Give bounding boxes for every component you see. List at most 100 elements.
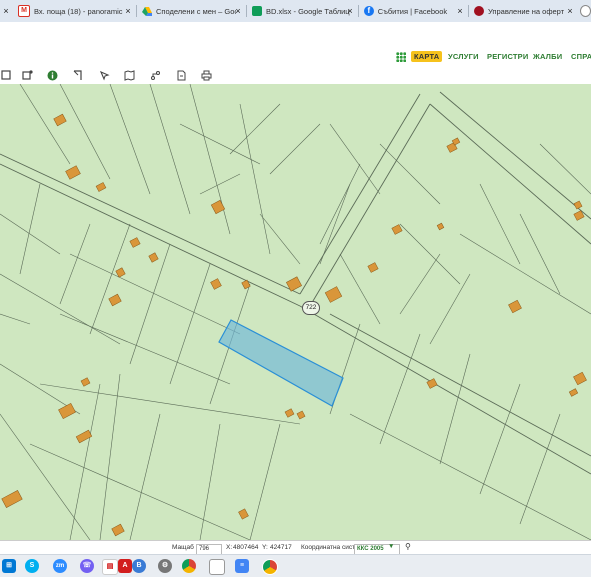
building (296, 410, 306, 420)
tab-title: BD.xlsx - Google Таблици (266, 6, 350, 16)
building (436, 222, 445, 231)
start-icon[interactable]: ⊞ (2, 559, 16, 573)
nav-item-registers[interactable]: РЕГИСТРИ (487, 52, 528, 61)
google-docs-icon[interactable]: ≡ (235, 559, 249, 573)
building (324, 286, 343, 303)
parcel-boundary (59, 84, 111, 180)
parcel-boundary (0, 273, 121, 345)
parcel-boundary (169, 263, 211, 385)
parcel-boundary (59, 313, 231, 385)
pdf-icon[interactable]: ▤ (102, 559, 118, 575)
tab-close-button[interactable]: × (124, 1, 132, 21)
building (391, 224, 403, 235)
acrobat-icon[interactable]: A (118, 559, 132, 573)
parcel-boundary (199, 173, 241, 195)
chrome-profile-icon[interactable] (262, 559, 278, 575)
parcel-boundary (29, 443, 251, 540)
route-icon[interactable] (150, 70, 161, 81)
map-status-bar: Мащаб 1: 796 X: 4807464 Y: 424717 Коорди… (0, 540, 591, 555)
tab-close-button[interactable]: × (566, 1, 574, 21)
parcel-boundary (379, 333, 421, 445)
building (148, 252, 159, 263)
settings-icon[interactable]: ⚙ (158, 559, 172, 573)
parcel-boundary (519, 413, 561, 525)
skype-icon[interactable]: S (25, 559, 39, 573)
viber-icon[interactable]: ☏ (80, 559, 94, 573)
parcel-boundary (229, 103, 281, 155)
document-icon[interactable] (176, 70, 187, 81)
tab-close-button[interactable]: × (2, 1, 10, 21)
parcel-boundary (149, 84, 191, 215)
map-canvas[interactable] (0, 84, 591, 540)
tab-partial[interactable] (580, 1, 591, 21)
parcel-boundary (259, 213, 301, 265)
nav-item-map[interactable]: КАРТА (411, 51, 443, 62)
select-rect-icon[interactable] (0, 70, 11, 81)
tab-close-button[interactable]: × (346, 1, 354, 21)
apps-grid-icon[interactable] (396, 52, 406, 62)
nav-item-more[interactable]: СПРА (571, 52, 591, 61)
building (210, 278, 222, 290)
selected-parcel[interactable] (218, 319, 344, 407)
building (108, 293, 122, 307)
parcel-boundary (0, 413, 91, 540)
parcel-boundary (89, 223, 131, 335)
tab-google-drive[interactable]: Споделени с мен – Goog (142, 1, 238, 21)
tab-close-button[interactable]: × (456, 1, 464, 21)
cadastral-map[interactable]: 722 (0, 84, 591, 540)
browser-tab-strip: × M Вх. поща (18) - panoramic × Споделен… (0, 0, 591, 23)
nav-item-services[interactable]: УСЛУГИ (448, 52, 479, 61)
parcel-boundary (0, 213, 61, 255)
pointer-icon[interactable] (99, 70, 110, 81)
building (111, 523, 125, 537)
parcel-boundary (249, 423, 281, 540)
tab-title: Управление на оферти (488, 6, 564, 16)
tab-facebook[interactable]: f Събития | Facebook (364, 1, 456, 21)
building (95, 182, 107, 192)
book-icon[interactable] (124, 70, 135, 81)
tab-gmail[interactable]: M Вх. поща (18) - panoramic (18, 1, 130, 21)
google-drive-icon (142, 6, 152, 16)
parcel-boundary (239, 103, 271, 255)
building (1, 490, 23, 508)
building (367, 262, 379, 273)
taskbar: ⊞ S zm ☏ ▤ A B ⚙ ≡ (0, 554, 591, 577)
y-label: Y: (262, 544, 268, 551)
site-icon (474, 6, 484, 16)
chrome-icon[interactable] (182, 559, 196, 573)
map-toolbar (0, 68, 591, 85)
parcel-boundary (39, 383, 301, 425)
parcel-boundary (0, 163, 301, 307)
parcel-boundary (69, 383, 101, 540)
browser-b-icon[interactable]: B (132, 559, 146, 573)
select-area-icon[interactable] (22, 70, 33, 81)
parcel-boundary (309, 103, 431, 307)
building (115, 267, 126, 278)
parcel-boundary (109, 84, 151, 195)
zoom-icon[interactable]: zm (53, 559, 67, 573)
parcel-boundary (439, 91, 591, 220)
parcel-boundary (479, 383, 521, 495)
tab-close-button[interactable]: × (234, 1, 242, 21)
parcel-boundary (0, 313, 31, 325)
building (284, 408, 295, 418)
chevron-down-icon[interactable]: ▼ (388, 543, 394, 550)
tab-google-sheets[interactable]: BD.xlsx - Google Таблици (252, 1, 350, 21)
search-icon[interactable]: ⚲ (405, 542, 411, 551)
print-icon[interactable] (201, 70, 212, 81)
parcel-boundary (519, 213, 561, 295)
tab-offers[interactable]: Управление на оферти (474, 1, 564, 21)
building (210, 199, 226, 215)
info-icon[interactable] (47, 70, 58, 81)
tab-title: Вх. поща (18) - panoramic (34, 6, 123, 16)
tab-title: Споделени с мен – Goog (156, 6, 236, 16)
parcel-boundary (459, 233, 591, 315)
parcel-boundary (189, 84, 231, 235)
parcel-boundary (319, 183, 351, 265)
parcel-boundary (329, 313, 591, 457)
measure-icon[interactable] (73, 70, 84, 81)
nav-item-complaints[interactable]: ЖАЛБИ (533, 52, 562, 61)
parcel-boundary (399, 253, 441, 315)
file-icon[interactable] (209, 559, 225, 575)
google-sheets-icon (252, 6, 262, 16)
